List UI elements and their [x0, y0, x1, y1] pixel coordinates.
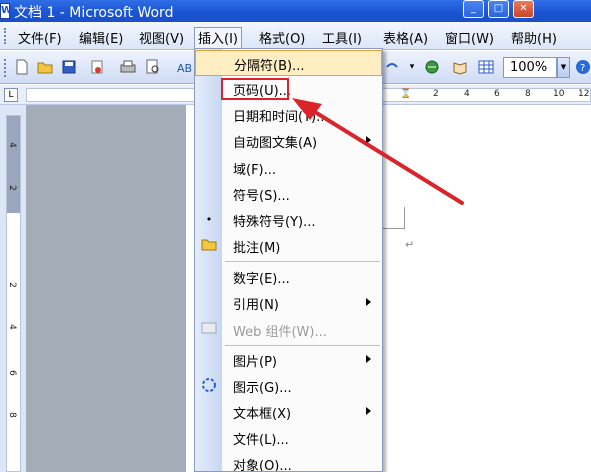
annotation-arrow-icon [292, 98, 464, 205]
